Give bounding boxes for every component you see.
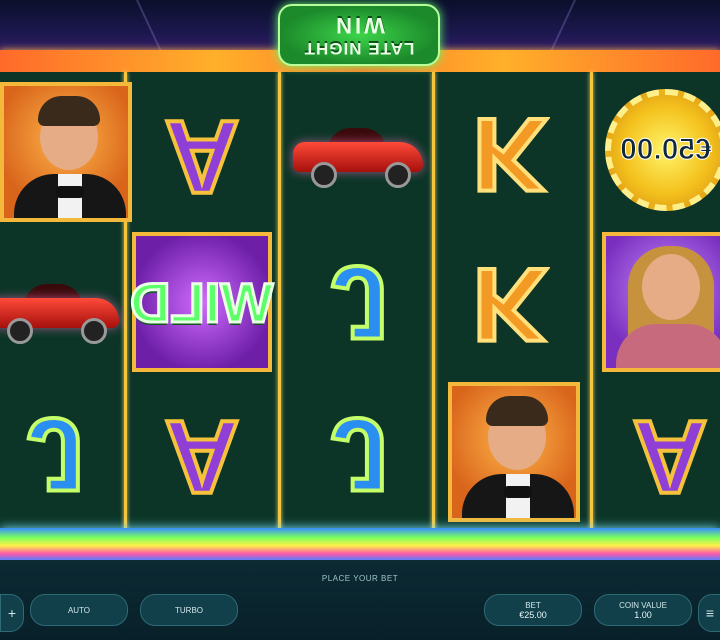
coin-value-label: COIN VALUE xyxy=(619,600,667,610)
reel1-row2 xyxy=(0,230,128,382)
reel5-row1: €50.00 xyxy=(592,74,720,226)
wild-symbol: WILD xyxy=(129,232,275,372)
reel1-row1 xyxy=(0,76,140,228)
auto-button[interactable]: AUTO xyxy=(30,594,128,626)
chip-value: €50.00 xyxy=(620,133,713,167)
coin-value-selector[interactable]: COIN VALUE 1.00 xyxy=(594,594,692,626)
sports-car-symbol xyxy=(293,122,423,188)
letter-j-symbol: J xyxy=(25,394,87,514)
reel5-row2 xyxy=(594,226,720,378)
game-logo: LATE NIGHT WIN xyxy=(278,4,440,66)
reel2-row2: WILD xyxy=(128,226,276,378)
letter-a-symbol: A xyxy=(162,96,241,216)
reel3-row1 xyxy=(284,74,432,226)
reel4-row2: K xyxy=(436,228,584,380)
letter-j-symbol: J xyxy=(329,394,391,514)
sports-car-symbol xyxy=(0,278,119,344)
bet-value: €25.00 xyxy=(519,609,547,620)
letter-a-symbol: A xyxy=(630,396,709,516)
man-portrait-symbol xyxy=(448,382,580,522)
turbo-button[interactable]: TURBO xyxy=(140,594,238,626)
man-portrait-symbol xyxy=(0,82,132,222)
reel2-row3: A xyxy=(128,380,276,532)
menu-icon[interactable]: ≡ xyxy=(698,594,720,632)
woman-portrait-symbol xyxy=(602,232,720,372)
coin-value: 1.00 xyxy=(634,609,652,620)
reel1-row3: J xyxy=(0,378,130,530)
reel-frame-bottom xyxy=(0,528,720,560)
bet-label: BET xyxy=(525,600,541,610)
letter-a-symbol: A xyxy=(162,396,241,516)
reel3-row3: J xyxy=(286,378,434,530)
place-bet-text: PLACE YOUR BET xyxy=(321,574,399,583)
reel2-row1: A xyxy=(128,80,276,232)
letter-k-symbol: K xyxy=(470,244,549,364)
reel3-row2: J xyxy=(286,226,434,378)
logo-line1: LATE NIGHT xyxy=(303,39,415,58)
bet-selector[interactable]: BET €25.00 xyxy=(484,594,582,626)
logo-line2: WIN xyxy=(333,13,385,38)
wild-label: WILD xyxy=(129,269,275,335)
reel4-row3 xyxy=(440,376,588,528)
letter-k-symbol: K xyxy=(470,94,549,214)
plus-icon[interactable]: + xyxy=(0,594,24,632)
reel-divider xyxy=(278,72,281,530)
letter-j-symbol: J xyxy=(329,242,391,362)
turbo-label: TURBO xyxy=(175,605,203,615)
auto-label: AUTO xyxy=(67,605,91,615)
cash-chip-symbol: €50.00 xyxy=(605,89,720,211)
reel5-row3: A xyxy=(596,380,720,532)
reel4-row1: K xyxy=(436,78,584,230)
